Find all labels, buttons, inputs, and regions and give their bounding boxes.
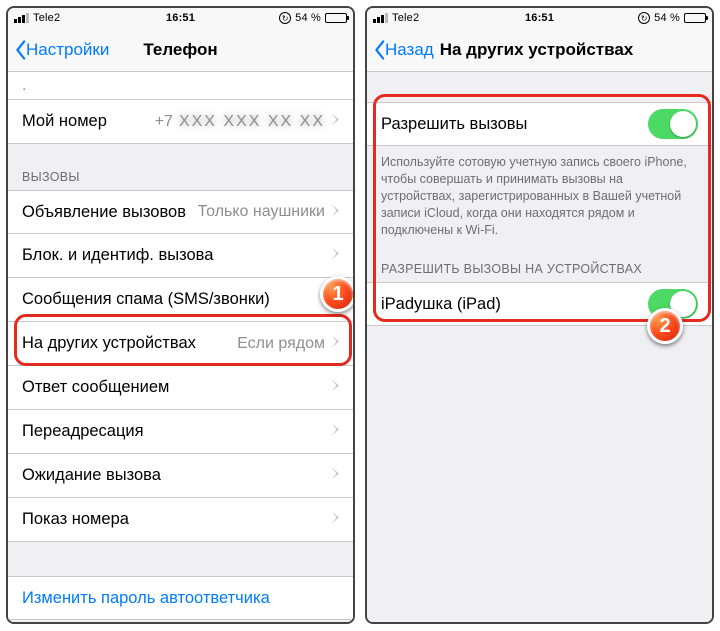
row-block-id[interactable]: Блок. и идентиф. вызова — [8, 234, 353, 278]
prev-section-peek: . — [8, 72, 353, 100]
my-number-prefix: +7 — [155, 113, 173, 131]
row-announce-calls[interactable]: Объявление вызовов Только наушники — [8, 190, 353, 234]
battery-icon — [684, 13, 706, 23]
carrier-label: Tele2 — [392, 12, 419, 24]
orientation-lock-icon: ↻ — [638, 12, 650, 24]
chevron-right-icon — [331, 378, 339, 397]
battery-percent: 54 % — [295, 12, 321, 24]
status-time: 16:51 — [166, 12, 195, 24]
content: Разрешить вызовы Используйте сотовую уче… — [367, 72, 712, 622]
chevron-left-icon — [14, 40, 26, 60]
my-number-label: Мой номер — [22, 112, 155, 131]
row-caller-id[interactable]: Показ номера — [8, 498, 353, 542]
chevron-right-icon — [331, 112, 339, 131]
chevron-right-icon — [331, 466, 339, 485]
section-header-calls: ВЫЗОВЫ — [8, 144, 353, 190]
row-my-number[interactable]: Мой номер +7 XXX XXX XX XX — [8, 100, 353, 144]
chevron-right-icon — [331, 290, 339, 309]
orientation-lock-icon: ↻ — [279, 12, 291, 24]
nav-bar: Назад На других устройствах — [367, 28, 712, 72]
status-bar: Tele2 16:51 ↻ 54 % — [8, 8, 353, 28]
row-call-waiting[interactable]: Ожидание вызова — [8, 454, 353, 498]
row-reply-message[interactable]: Ответ сообщением — [8, 366, 353, 410]
chevron-right-icon — [331, 510, 339, 529]
chevron-right-icon — [331, 203, 339, 222]
chevron-left-icon — [373, 40, 385, 60]
back-label: Назад — [385, 40, 434, 60]
back-button[interactable]: Настройки — [8, 40, 109, 60]
chevron-right-icon — [331, 246, 339, 265]
row-other-devices[interactable]: На других устройствах Если рядом — [8, 322, 353, 366]
row-spam[interactable]: Сообщения спама (SMS/звонки) — [8, 278, 353, 322]
row-forwarding[interactable]: Переадресация — [8, 410, 353, 454]
my-number-masked: XXX XXX XX XX — [179, 113, 325, 131]
screen-phone-settings: Tele2 16:51 ↻ 54 % Настройки Телефон . М… — [6, 6, 355, 624]
toggle-device-ipad[interactable] — [648, 289, 698, 319]
section-header-devices: РАЗРЕШИТЬ ВЫЗОВЫ НА УСТРОЙСТВАХ — [367, 252, 712, 282]
toggle-allow-calls[interactable] — [648, 109, 698, 139]
allow-calls-description: Используйте сотовую учетную запись своег… — [367, 146, 712, 252]
status-bar: Tele2 16:51 ↻ 54 % — [367, 8, 712, 28]
content: . Мой номер +7 XXX XXX XX XX ВЫЗОВЫ Объя… — [8, 72, 353, 622]
screen-other-devices: Tele2 16:51 ↻ 54 % Назад На других устро… — [365, 6, 714, 624]
back-button[interactable]: Назад — [367, 40, 434, 60]
battery-percent: 54 % — [654, 12, 680, 24]
battery-icon — [325, 13, 347, 23]
chevron-right-icon — [331, 334, 339, 353]
nav-bar: Настройки Телефон — [8, 28, 353, 72]
status-time: 16:51 — [525, 12, 554, 24]
row-allow-calls[interactable]: Разрешить вызовы — [367, 102, 712, 146]
carrier-label: Tele2 — [33, 12, 60, 24]
chevron-right-icon — [331, 422, 339, 441]
row-device-ipad[interactable]: iPadушка (iPad) — [367, 282, 712, 326]
signal-icon — [373, 13, 388, 23]
signal-icon — [14, 13, 29, 23]
page-title: На других устройствах — [440, 40, 634, 60]
row-change-voicemail-password[interactable]: Изменить пароль автоответчика — [8, 576, 353, 620]
back-label: Настройки — [26, 40, 109, 60]
